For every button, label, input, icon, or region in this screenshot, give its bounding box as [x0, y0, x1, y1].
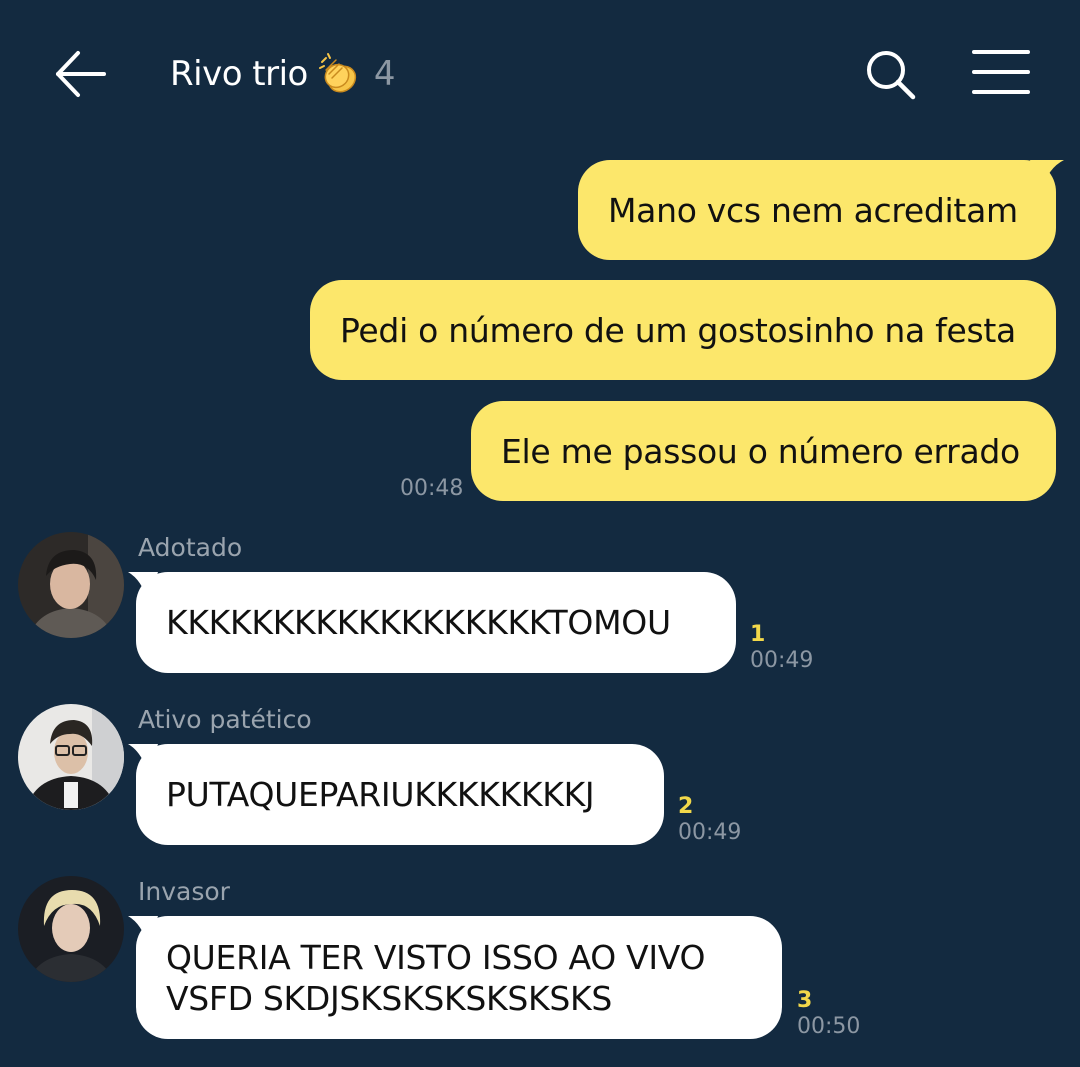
unread-count: 2: [678, 794, 694, 819]
member-count: 4: [373, 54, 396, 94]
unread-count: 1: [750, 622, 766, 647]
unread-count: 3: [797, 988, 813, 1013]
outgoing-message[interactable]: Pedi o número de um gostosinho na festa: [310, 280, 1056, 380]
incoming-message[interactable]: QUERIA TER VISTO ISSO AO VIVO VSFD SKDJS…: [136, 916, 782, 1039]
outgoing-message[interactable]: Mano vcs nem acreditam: [578, 160, 1056, 260]
search-button[interactable]: [860, 44, 920, 104]
clapping-hands-icon: [318, 52, 362, 96]
message-text: KKKKKKKKKKKKKKKKKKTOMOU: [166, 603, 671, 642]
back-button[interactable]: [52, 48, 110, 100]
menu-button[interactable]: [970, 46, 1032, 98]
outgoing-message[interactable]: Ele me passou o número errado: [471, 401, 1056, 501]
incoming-message[interactable]: PUTAQUEPARIUKKKKKKKKJ: [136, 744, 664, 845]
incoming-message[interactable]: KKKKKKKKKKKKKKKKKKTOMOU: [136, 572, 736, 673]
message-time: 00:50: [797, 1014, 861, 1039]
sender-name: Ativo patético: [138, 705, 312, 734]
chat-header: Rivo trio 4: [0, 0, 1080, 150]
sender-name: Invasor: [138, 877, 230, 906]
message-text: Pedi o número de um gostosinho na festa: [340, 310, 1016, 350]
back-arrow-icon: [56, 51, 106, 97]
message-line: QUERIA TER VISTO ISSO AO VIVO: [166, 937, 706, 977]
chat-title-area[interactable]: Rivo trio 4: [170, 48, 396, 100]
message-line: VSFD SKDJSKSKSKSKSKSKS: [166, 978, 613, 1018]
chat-title: Rivo trio: [170, 54, 308, 94]
message-text: PUTAQUEPARIUKKKKKKKKJ: [166, 775, 595, 814]
avatar[interactable]: [18, 704, 124, 810]
message-time: 00:49: [750, 648, 814, 673]
search-icon: [867, 51, 916, 100]
message-text: QUERIA TER VISTO ISSO AO VIVO VSFD SKDJS…: [166, 937, 705, 1019]
message-text: Mano vcs nem acreditam: [608, 190, 1018, 230]
avatar[interactable]: [18, 876, 124, 982]
sender-name: Adotado: [138, 533, 243, 562]
message-time: 00:49: [678, 820, 742, 845]
message-text: Ele me passou o número errado: [501, 431, 1020, 471]
menu-icon: [972, 50, 1030, 94]
message-time: 00:48: [400, 476, 464, 501]
avatar[interactable]: [18, 532, 124, 638]
